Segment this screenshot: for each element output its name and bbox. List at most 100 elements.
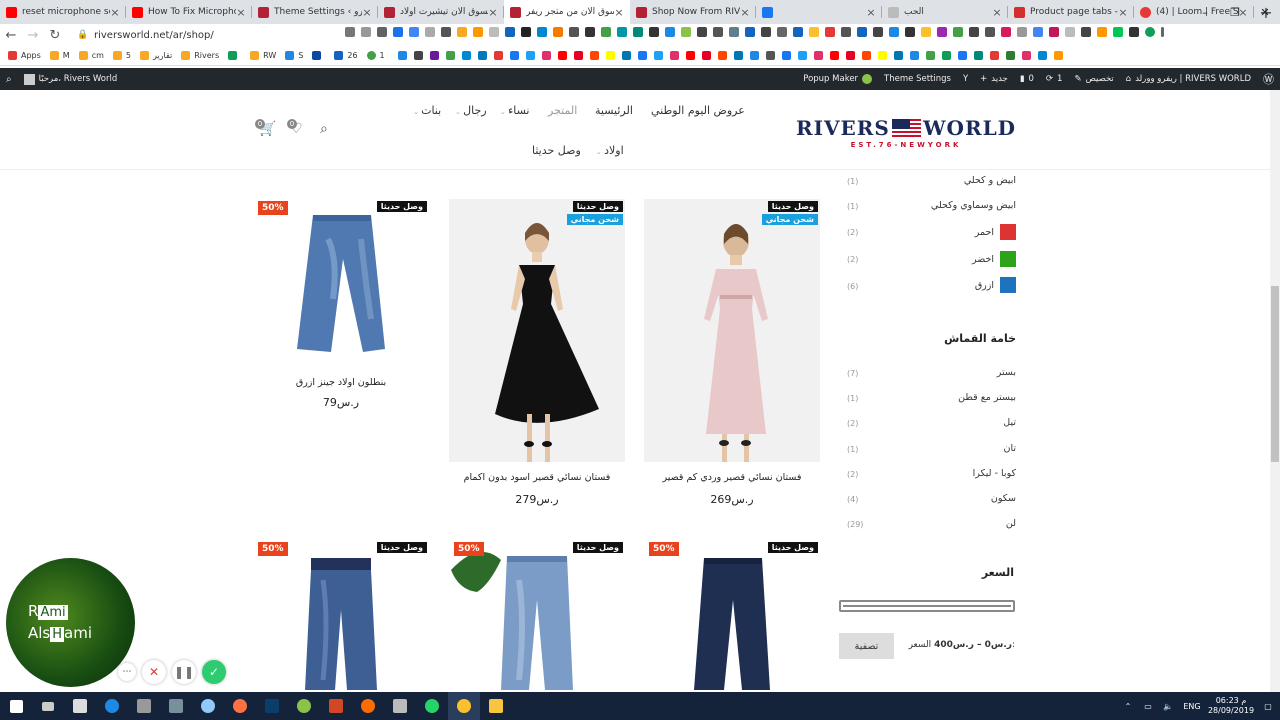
bookmark-icon[interactable] <box>781 51 791 60</box>
nav-item-men[interactable]: ⌄ رجال <box>455 104 487 117</box>
reload-icon[interactable]: ↻ <box>44 28 66 43</box>
bookmark-icon[interactable] <box>957 51 967 60</box>
bookmark-item[interactable] <box>312 51 325 60</box>
powerpoint-icon[interactable] <box>320 692 352 720</box>
bookmark-icon[interactable] <box>1021 51 1031 60</box>
bookmark-icon[interactable] <box>893 51 903 60</box>
close-icon[interactable]: × <box>866 6 876 19</box>
firefox-icon[interactable] <box>352 692 384 720</box>
bookmark-icon[interactable] <box>477 51 487 60</box>
wordpress-logo-icon[interactable]: Ⓦ <box>1257 71 1280 87</box>
file-explorer-icon[interactable] <box>480 692 512 720</box>
extension-icon[interactable] <box>697 27 707 37</box>
bookmark-icon[interactable] <box>701 51 711 60</box>
more-options-button[interactable]: ⋯ <box>118 663 136 681</box>
bookmark-item[interactable]: تقارير <box>140 51 172 60</box>
nav-item-shop[interactable]: المتجر <box>548 104 577 117</box>
extension-icon[interactable] <box>681 27 691 37</box>
bookmark-icon[interactable] <box>413 51 423 60</box>
bookmark-icon[interactable] <box>733 51 743 60</box>
theme-settings-menu[interactable]: Theme Settings <box>878 74 957 84</box>
bookmark-icon[interactable] <box>749 51 759 60</box>
bookmark-item[interactable]: 26 <box>334 51 358 60</box>
extension-icon[interactable] <box>425 27 435 37</box>
chevron-up-icon[interactable]: ⌃ <box>1118 692 1138 720</box>
notification-icon[interactable]: ▢ <box>1256 692 1280 720</box>
browser-tab-active[interactable]: تسوق الان من متجر ريفر × <box>504 0 630 24</box>
bookmark-icon[interactable] <box>765 51 775 60</box>
site-logo[interactable]: RIVERS WORLD EST.76-NEWYORK <box>796 116 1016 149</box>
whatsapp-icon[interactable] <box>416 692 448 720</box>
bookmark-icon[interactable] <box>445 51 455 60</box>
bookmark-icon[interactable] <box>861 51 871 60</box>
browser-tab[interactable]: How To Fix Microphon × <box>126 0 252 24</box>
profile-avatar[interactable] <box>1145 27 1155 37</box>
photoshop-icon[interactable] <box>256 692 288 720</box>
extension-icon[interactable] <box>969 27 979 37</box>
nav-item-girls[interactable]: ⌄ بنات <box>413 104 441 117</box>
extension-icon[interactable] <box>393 27 403 37</box>
filter-color-item[interactable]: ابيض وسماوي وكحلي <box>840 200 1016 211</box>
filter-color-item[interactable]: اخضر <box>840 251 1016 267</box>
task-view-icon[interactable] <box>32 692 64 720</box>
star-icon[interactable] <box>361 27 371 37</box>
cancel-recording-button[interactable]: ✕ <box>142 660 166 684</box>
close-icon[interactable]: × <box>488 6 498 19</box>
product-card[interactable]: وصل حديثا 50% <box>449 540 625 692</box>
extension-icon[interactable] <box>489 27 499 37</box>
bookmark-item[interactable]: S <box>285 51 303 60</box>
close-icon[interactable]: × <box>236 6 246 19</box>
extension-icon[interactable] <box>825 27 835 37</box>
product-title[interactable]: فستان نسائي قصير وردي كم قصير <box>644 472 820 483</box>
calculator-icon[interactable] <box>128 692 160 720</box>
close-icon[interactable]: × <box>1118 6 1128 19</box>
extension-icon[interactable] <box>761 27 771 37</box>
close-icon[interactable]: × <box>362 6 372 19</box>
back-icon[interactable]: ← <box>0 28 22 43</box>
network-icon[interactable]: ▭ <box>1138 692 1158 720</box>
bookmark-icon[interactable] <box>669 51 679 60</box>
bookmark-icon[interactable] <box>845 51 855 60</box>
nav-item-national-day[interactable]: عروض اليوم الوطني <box>651 104 745 117</box>
filter-fabric-item[interactable]: تيل <box>840 417 1016 428</box>
extension-icon[interactable] <box>633 27 643 37</box>
extension-icon[interactable] <box>953 27 963 37</box>
browser-tab[interactable]: الحب × <box>882 0 1008 24</box>
bookmark-icon[interactable] <box>637 51 647 60</box>
product-image[interactable]: وصل حديثا 50% <box>253 199 429 364</box>
filter-fabric-item[interactable]: تان <box>840 443 1016 454</box>
extension-icon[interactable] <box>377 27 387 37</box>
camera-icon[interactable] <box>345 27 355 37</box>
extension-icon[interactable] <box>921 27 931 37</box>
price-range-slider[interactable] <box>839 600 1015 612</box>
bookmark-icon[interactable] <box>717 51 727 60</box>
yoast-icon[interactable]: Y <box>957 74 974 84</box>
extension-icon[interactable] <box>937 27 947 37</box>
bookmark-item[interactable]: Rivers <box>181 51 219 60</box>
browser-tab[interactable]: Shop Now From RIVER× <box>630 0 756 24</box>
product-title[interactable]: بنطلون اولاد جينز ازرق <box>253 377 429 388</box>
extension-icon[interactable] <box>1113 27 1123 37</box>
product-image[interactable]: وصل حديثا شحن مجاني <box>449 199 625 462</box>
extension-icon[interactable] <box>713 27 723 37</box>
minimize-button[interactable]: – <box>1190 0 1220 24</box>
close-icon[interactable]: × <box>110 6 120 19</box>
bookmark-icon[interactable] <box>525 51 535 60</box>
extension-icon[interactable] <box>1081 27 1091 37</box>
chrome-icon[interactable] <box>448 692 480 720</box>
extension-icon[interactable] <box>473 27 483 37</box>
extension-icon[interactable] <box>1017 27 1027 37</box>
extension-icon[interactable] <box>457 27 467 37</box>
bookmark-icon[interactable] <box>909 51 919 60</box>
nav-item-home[interactable]: الرئيسية <box>595 104 633 117</box>
extension-icon[interactable] <box>777 27 787 37</box>
filter-button[interactable]: تصفية <box>839 633 894 659</box>
bookmark-icon[interactable] <box>397 51 407 60</box>
product-card[interactable]: وصل حديثا شحن مجاني فستان نسائي قصير اسو… <box>449 199 625 506</box>
new-menu[interactable]: + جديد <box>974 74 1014 84</box>
extension-icon[interactable] <box>905 27 915 37</box>
search-icon[interactable]: ⌕ <box>0 74 18 85</box>
bookmark-icon[interactable] <box>941 51 951 60</box>
extension-icon[interactable] <box>841 27 851 37</box>
volume-icon[interactable]: 🔈 <box>1158 692 1178 720</box>
